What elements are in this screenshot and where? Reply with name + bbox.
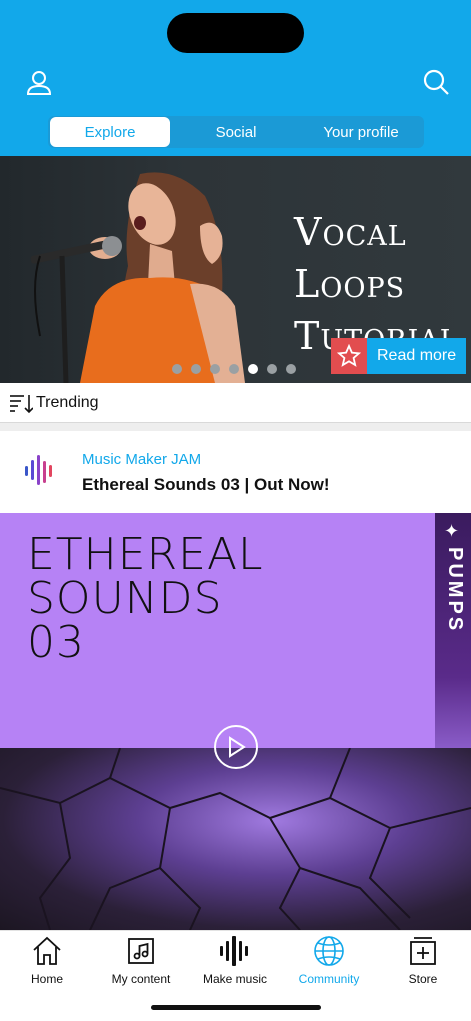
nav-make-music-label: Make music: [202, 972, 267, 986]
cracked-ground-artwork: [0, 748, 471, 930]
nav-store[interactable]: Store: [376, 935, 470, 991]
sort-label: Trending: [36, 393, 99, 411]
crack-lines: [0, 748, 471, 930]
nav-make-music[interactable]: Make music: [188, 935, 282, 991]
tab-your-profile[interactable]: Your profile: [300, 117, 422, 147]
cover-title: ETHEREAL SOUNDS 03: [27, 529, 264, 668]
carousel-dot-active[interactable]: [248, 364, 258, 374]
carousel-dot[interactable]: [267, 364, 277, 374]
carousel-dot[interactable]: [286, 364, 296, 374]
nav-home-label: Home: [30, 972, 63, 986]
waveform-icon: [220, 936, 248, 966]
nav-community-label: Community: [298, 972, 360, 986]
sort-icon: [10, 394, 33, 413]
app-header: Explore Social Your profile: [0, 0, 471, 156]
folder-music-icon: [128, 938, 154, 964]
nav-store-label: Store: [408, 972, 438, 986]
star-icon: [331, 338, 367, 374]
nav-my-content-label: My content: [111, 972, 171, 986]
music-maker-jam-logo: [25, 455, 52, 485]
singer-illustration: [30, 172, 245, 383]
home-indicator[interactable]: [151, 1005, 321, 1010]
store-plus-icon: [410, 937, 436, 965]
read-more-button[interactable]: Read more: [331, 338, 467, 374]
carousel-dot[interactable]: [172, 364, 182, 374]
carousel-dot[interactable]: [191, 364, 201, 374]
carousel-dots[interactable]: [172, 364, 296, 374]
play-icon: [229, 736, 246, 758]
carousel-dot[interactable]: [210, 364, 220, 374]
device-notch: [167, 13, 304, 53]
carousel-dot[interactable]: [229, 364, 239, 374]
post-title[interactable]: Ethereal Sounds 03 | Out Now!: [82, 475, 330, 495]
nav-my-content[interactable]: My content: [94, 935, 188, 991]
nav-community[interactable]: Community: [282, 935, 376, 991]
cover-top-panel: ETHEREAL SOUNDS 03: [0, 513, 471, 748]
pumps-side-banner: ✦ PUMPS: [435, 513, 471, 748]
tab-explore[interactable]: Explore: [50, 117, 170, 147]
tab-social[interactable]: Social: [176, 117, 296, 147]
sparkle-icon: ✦: [444, 521, 460, 541]
read-more-label: Read more: [367, 338, 467, 374]
search-icon[interactable]: [421, 68, 451, 98]
nav-home[interactable]: Home: [0, 935, 94, 991]
post-cover-image[interactable]: ETHEREAL SOUNDS 03 ✦ PUMPS: [0, 513, 471, 930]
segmented-tabs: Explore Social Your profile: [48, 116, 424, 148]
home-icon: [33, 936, 61, 965]
sort-selector[interactable]: Trending: [0, 383, 471, 423]
feed-divider: [0, 423, 471, 431]
pumps-label: PUMPS: [444, 547, 466, 634]
post-header[interactable]: Music Maker JAM Ethereal Sounds 03 | Out…: [0, 431, 471, 513]
user-icon[interactable]: [25, 68, 55, 98]
play-button[interactable]: [214, 725, 258, 769]
hero-banner[interactable]: Vocal Loops Tutorial Read more: [0, 156, 471, 383]
hero-title-line1: Vocal Loops: [294, 210, 407, 306]
post-source[interactable]: Music Maker JAM: [82, 451, 201, 468]
globe-icon: [314, 936, 344, 966]
